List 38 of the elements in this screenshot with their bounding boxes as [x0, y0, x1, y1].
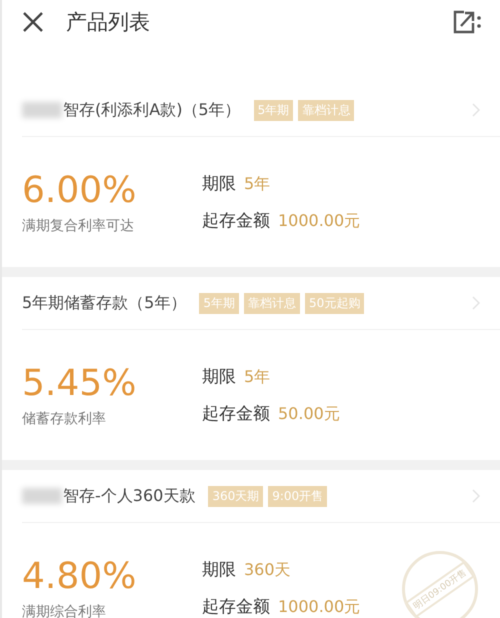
- chevron-right-icon: [472, 489, 480, 503]
- interest-rate: 5.45%: [22, 362, 138, 404]
- product-tag: 360天期: [208, 486, 264, 506]
- blurred-text: [22, 488, 62, 504]
- product-card[interactable]: 5年期储蓄存款（5年） 5年期 靠档计息 50元起购 5.45% 储蓄存款利率 期限 5年 起存金额 50.00元: [2, 277, 500, 470]
- product-tag: 5年期: [254, 100, 294, 120]
- blurred-text: [22, 102, 62, 118]
- share-icon[interactable]: [452, 9, 482, 35]
- chevron-right-icon: [472, 103, 480, 117]
- product-name: 5年期储蓄存款（5年）: [22, 292, 186, 314]
- product-tag: 9:00开售: [268, 486, 328, 506]
- rate-label: 储蓄存款利率: [22, 410, 107, 428]
- chevron-right-icon: [472, 296, 480, 310]
- rate-label: 满期综合利率: [22, 602, 107, 618]
- product-tag: 50元起购: [305, 292, 364, 314]
- interest-rate: 6.00%: [22, 170, 138, 210]
- product-name: 智存(利添利A款)（5年）: [63, 100, 241, 120]
- term-label: 期限: [202, 559, 236, 581]
- product-tag: 靠档计息: [298, 100, 354, 120]
- term-label: 期限: [202, 173, 236, 195]
- rate-label: 满期复合利率可达: [22, 216, 135, 234]
- product-card[interactable]: 智存(利添利A款)（5年） 5年期 靠档计息 6.00% 满期复合利率可达 期限 5年 起存金额 1000.00元: [2, 84, 500, 277]
- min-amount-value: 1000.00元: [278, 597, 360, 618]
- min-amount-value: 50.00元: [278, 404, 340, 425]
- term-label: 期限: [202, 366, 236, 388]
- product-tag: 靠档计息: [244, 292, 300, 314]
- close-icon[interactable]: [22, 11, 44, 33]
- min-amount-label: 起存金额: [202, 210, 270, 232]
- product-name: 智存-个人360天款: [63, 486, 196, 506]
- product-tag: 5年期: [199, 292, 239, 314]
- page-title: 产品列表: [66, 9, 151, 36]
- min-amount-label: 起存金额: [202, 403, 270, 425]
- min-amount-label: 起存金额: [202, 596, 270, 618]
- interest-rate: 4.80%: [22, 556, 138, 596]
- term-value: 5年: [244, 174, 270, 195]
- min-amount-value: 1000.00元: [278, 211, 360, 232]
- term-value: 5年: [244, 367, 270, 388]
- term-value: 360天: [244, 560, 291, 581]
